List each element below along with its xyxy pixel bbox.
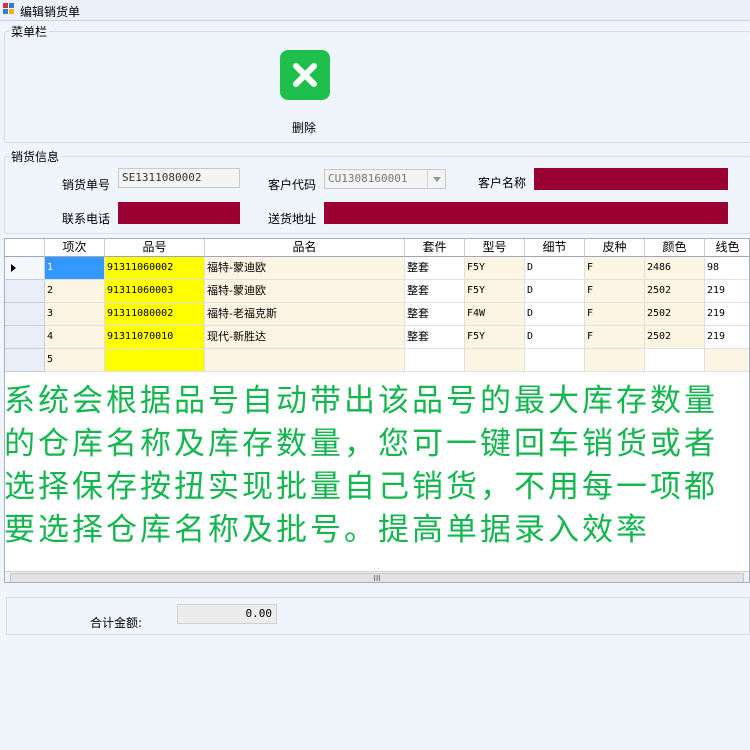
- cell-item-no[interactable]: 1: [45, 257, 105, 280]
- cell-kit[interactable]: 整套: [405, 303, 465, 326]
- customer-name-field[interactable]: [534, 168, 728, 190]
- cell-model[interactable]: [465, 349, 525, 372]
- col-header-color[interactable]: 颜色: [645, 239, 705, 257]
- address-field[interactable]: [324, 202, 728, 224]
- cell-part-name[interactable]: 福特-蒙迪欧: [205, 280, 405, 303]
- cell-part-name[interactable]: 福特-蒙迪欧: [205, 257, 405, 280]
- order-no-field[interactable]: SE1311080002: [118, 168, 240, 188]
- cell-item-no[interactable]: 2: [45, 280, 105, 303]
- cell-part-name[interactable]: 现代-新胜达: [205, 326, 405, 349]
- col-header-item-no[interactable]: 项次: [45, 239, 105, 257]
- menubar-label: 菜单栏: [9, 23, 50, 40]
- cell-part-no[interactable]: 91311060003: [105, 280, 205, 303]
- cell-detail[interactable]: [525, 349, 585, 372]
- sales-info-label: 销货信息: [9, 148, 62, 165]
- col-header-thread-color[interactable]: 线色: [705, 239, 749, 257]
- cell-model[interactable]: F5Y: [465, 280, 525, 303]
- scroll-thumb[interactable]: III: [10, 573, 744, 582]
- order-no-label: 销货单号: [62, 178, 111, 192]
- customer-code-select[interactable]: CU1308160001: [324, 169, 446, 189]
- annotation-overlay-text: 系统会根据品号自动带出该品号的最大库存数量的仓库名称及库存数量，您可一键回车销货…: [4, 383, 718, 548]
- grid-corner: [5, 239, 45, 257]
- cell-leather[interactable]: [585, 349, 645, 372]
- col-header-part-no[interactable]: 品号: [105, 239, 205, 257]
- delete-button-label[interactable]: 删除: [279, 119, 329, 136]
- cell-detail[interactable]: D: [525, 326, 585, 349]
- col-header-leather[interactable]: 皮种: [585, 239, 645, 257]
- cell-detail[interactable]: D: [525, 257, 585, 280]
- row-header[interactable]: [5, 326, 45, 349]
- cell-part-name[interactable]: [205, 349, 405, 372]
- cell-item-no[interactable]: 3: [45, 303, 105, 326]
- cell-leather[interactable]: F: [585, 326, 645, 349]
- cell-leather[interactable]: F: [585, 280, 645, 303]
- cell-color[interactable]: 2486: [645, 257, 705, 280]
- cell-model[interactable]: F5Y: [465, 326, 525, 349]
- cell-model[interactable]: F5Y: [465, 257, 525, 280]
- customer-code-value: CU1308160001: [328, 172, 408, 185]
- cell-kit[interactable]: 整套: [405, 326, 465, 349]
- col-header-kit[interactable]: 套件: [405, 239, 465, 257]
- cell-color[interactable]: 2502: [645, 326, 705, 349]
- customer-name-label: 客户名称: [478, 176, 527, 190]
- cell-leather[interactable]: F: [585, 257, 645, 280]
- row-header[interactable]: [5, 349, 45, 372]
- row-header[interactable]: [5, 280, 45, 303]
- cell-color[interactable]: 2502: [645, 280, 705, 303]
- cell-item-no[interactable]: 5: [45, 349, 105, 372]
- row-header[interactable]: [5, 303, 45, 326]
- cell-part-name[interactable]: 福特-老福克斯: [205, 303, 405, 326]
- cell-kit[interactable]: [405, 349, 465, 372]
- cell-thread-color[interactable]: 219: [705, 303, 749, 326]
- menubar-group: [4, 31, 750, 143]
- cell-thread-color[interactable]: 219: [705, 280, 749, 303]
- cell-thread-color[interactable]: 219: [705, 326, 749, 349]
- cell-part-no[interactable]: 91311060002: [105, 257, 205, 280]
- cell-leather[interactable]: F: [585, 303, 645, 326]
- cell-detail[interactable]: D: [525, 303, 585, 326]
- cell-thread-color[interactable]: 98: [705, 257, 749, 280]
- cell-part-no[interactable]: 91311070010: [105, 326, 205, 349]
- app-icon: [3, 3, 15, 15]
- col-header-part-name[interactable]: 品名: [205, 239, 405, 257]
- current-row-arrow-icon: [11, 264, 16, 272]
- cell-kit[interactable]: 整套: [405, 280, 465, 303]
- col-header-detail[interactable]: 细节: [525, 239, 585, 257]
- cell-part-no[interactable]: 91311080002: [105, 303, 205, 326]
- delete-button[interactable]: [280, 50, 330, 100]
- cell-item-no[interactable]: 4: [45, 326, 105, 349]
- cell-color[interactable]: 2502: [645, 303, 705, 326]
- window-titlebar: 编辑销货单: [0, 0, 750, 21]
- col-header-model[interactable]: 型号: [465, 239, 525, 257]
- cell-model[interactable]: F4W: [465, 303, 525, 326]
- horizontal-scrollbar[interactable]: III: [5, 571, 749, 582]
- total-amount-field[interactable]: 0.00: [177, 604, 277, 624]
- phone-field[interactable]: [118, 202, 240, 224]
- total-amount-label: 合计金额:: [90, 616, 143, 630]
- window-title: 编辑销货单: [20, 5, 81, 19]
- cell-part-no[interactable]: [105, 349, 205, 372]
- cell-detail[interactable]: D: [525, 280, 585, 303]
- close-x-icon: [293, 63, 317, 87]
- cell-thread-color[interactable]: [705, 349, 749, 372]
- address-label: 送货地址: [268, 212, 317, 226]
- chevron-down-icon[interactable]: [427, 170, 445, 188]
- customer-code-label: 客户代码: [268, 178, 317, 192]
- phone-label: 联系电话: [62, 212, 111, 226]
- cell-kit[interactable]: 整套: [405, 257, 465, 280]
- cell-color[interactable]: [645, 349, 705, 372]
- row-header[interactable]: [5, 257, 45, 280]
